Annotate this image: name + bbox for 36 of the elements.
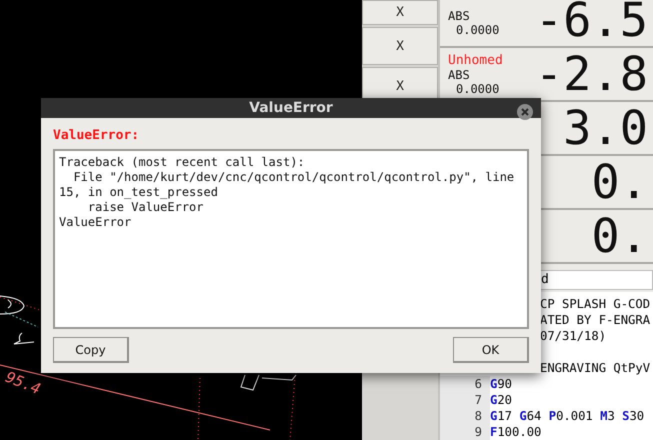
gcode-line: F100.00 — [490, 424, 542, 440]
traceback-line: File "/home/kurt/dev/cnc/qcontrol/qcontrol/qcontrol.py", line — [72, 170, 516, 185]
gcode-line: ENGRAVING QtPyV — [539, 360, 650, 376]
close-button[interactable] — [517, 104, 533, 120]
offset-value: 0.0000 — [455, 82, 500, 96]
dialog-title: ValueError — [249, 100, 333, 116]
gcode-line: ATED BY F-ENGRA — [539, 312, 650, 328]
offset-value: 0.0000 — [455, 23, 500, 37]
traceback-line: ValueError — [59, 215, 132, 230]
axis-button[interactable]: X — [362, 0, 438, 25]
ok-button[interactable]: OK — [453, 337, 529, 363]
gcode-line: 07/31/18) — [539, 328, 606, 344]
dimension-label: 95.4 — [2, 368, 44, 398]
line-number: 9 — [440, 424, 490, 440]
axis-position: 0. — [591, 212, 648, 260]
unhomed-status: Unhomed — [448, 52, 504, 68]
gcode-line: G17 G64 P0.001 M3 S30 — [490, 408, 644, 424]
mode-label: ABS — [448, 68, 471, 82]
axis-position: 3.0 — [563, 104, 648, 152]
axis-position: 0. — [591, 158, 648, 206]
error-heading: ValueError: — [53, 128, 140, 143]
gcode-line: G20 — [490, 392, 512, 408]
line-number: 8 — [440, 408, 490, 424]
mode-label: ABS — [448, 9, 471, 23]
axis-position: -6.5 — [534, 0, 648, 44]
axis-position: -2.8 — [534, 50, 648, 98]
traceback-line: Traceback (most recent call last): — [59, 155, 306, 170]
traceback-line: 15, in on_test_pressed — [59, 185, 219, 200]
gcode-line: CP SPLASH G-COD — [539, 296, 650, 312]
copy-button[interactable]: Copy — [53, 337, 129, 363]
traceback-line: raise ValueError — [86, 200, 204, 215]
gcode-line: G90 — [490, 376, 512, 392]
axis-button[interactable]: X — [362, 27, 438, 65]
line-number: 6 — [440, 376, 490, 392]
line-number: 7 — [440, 392, 490, 408]
details-text-area[interactable]: Traceback (most recent call last): File "/home/kurt/dev/cnc/qcontrol/qcontrol/qcontrol.py", line 15, in on_test_pressed raise ValueError ValueError — [53, 149, 529, 329]
